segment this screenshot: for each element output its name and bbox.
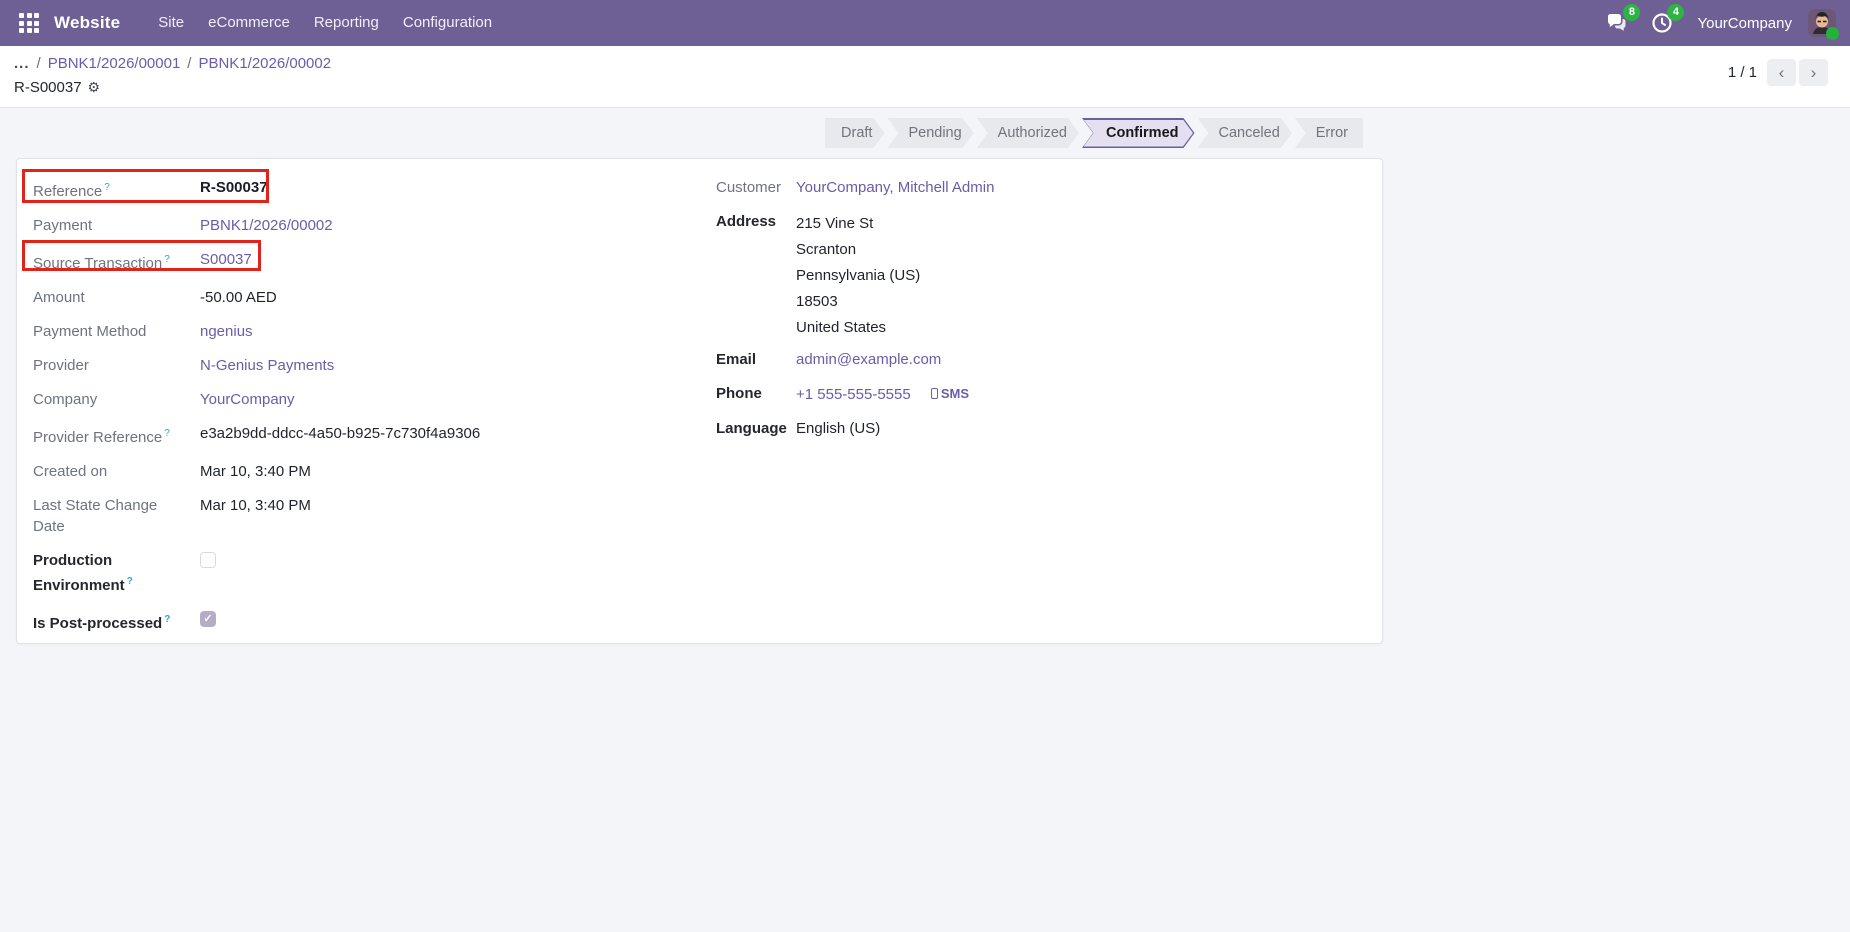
status-step-error[interactable]: Error	[1294, 118, 1363, 148]
field-row-language: Language English (US)	[716, 418, 1356, 439]
nav-item-configuration[interactable]: Configuration	[391, 0, 504, 46]
status-step-canceled[interactable]: Canceled	[1198, 118, 1292, 148]
breadcrumb-separator: /	[187, 55, 192, 72]
field-label: Amount	[33, 289, 85, 306]
field-label: Last State Change Date	[33, 497, 158, 535]
address-block: 215 Vine St Scranton Pennsylvania (US) 1…	[796, 211, 920, 341]
company-link[interactable]: YourCompany	[200, 391, 295, 408]
field-label: Phone	[716, 385, 762, 402]
field-label: Email	[716, 351, 757, 368]
breadcrumb-ellipsis[interactable]: ...	[14, 53, 30, 74]
form-sheet: Reference? R-S00037 Payment PBNK1/2026/0…	[16, 158, 1383, 644]
address-line: Scranton	[796, 241, 857, 258]
annotation-highlight-source-transaction	[22, 240, 261, 271]
field-row-address: Address 215 Vine St Scranton Pennsylvani…	[716, 211, 1356, 341]
field-value-amount: -50.00 AED	[200, 289, 277, 306]
activities-icon[interactable]: 4	[1647, 4, 1685, 38]
address-line: 18503	[796, 293, 838, 310]
gear-icon[interactable]: ⚙	[88, 77, 101, 98]
customer-link[interactable]: YourCompany, Mitchell Admin	[796, 179, 994, 196]
email-link[interactable]: admin@example.com	[796, 351, 941, 368]
status-step-authorized[interactable]: Authorized	[977, 118, 1079, 148]
pager-previous-button[interactable]: ‹	[1767, 59, 1796, 86]
status-step-pending[interactable]: Pending	[887, 118, 973, 148]
field-row-email: Email admin@example.com	[716, 349, 1356, 370]
nav-item-site[interactable]: Site	[146, 0, 196, 46]
sms-button-label: SMS	[940, 386, 970, 401]
help-marker-icon: ?	[164, 428, 170, 439]
field-row-production-environment: Production Environment?	[33, 550, 1366, 596]
breadcrumb-separator: /	[36, 55, 41, 72]
field-value-language: English (US)	[796, 420, 881, 437]
phone-link[interactable]: +1 555-555-5555	[796, 386, 911, 403]
record-title: R-S00037	[14, 79, 82, 96]
nav-item-ecommerce[interactable]: eCommerce	[196, 0, 302, 46]
breadcrumb-link-payment-2[interactable]: PBNK1/2026/00002	[198, 53, 331, 74]
app-name[interactable]: Website	[54, 13, 120, 33]
form-right-column: Customer YourCompany, Mitchell Admin Add…	[716, 177, 1356, 452]
payment-link[interactable]: PBNK1/2026/00002	[200, 217, 333, 234]
status-step-confirmed[interactable]: Confirmed	[1082, 118, 1195, 148]
pager-value: 1 / 1	[1727, 64, 1757, 81]
user-avatar[interactable]	[1808, 9, 1839, 40]
field-label: Provider	[33, 357, 89, 374]
activities-badge: 4	[1667, 4, 1685, 21]
online-status-dot	[1826, 27, 1839, 40]
field-row-created-on: Created on Mar 10, 3:40 PM	[33, 461, 1366, 482]
help-marker-icon: ?	[126, 576, 133, 587]
breadcrumb: ... / PBNK1/2026/00001 / PBNK1/2026/0000…	[14, 53, 331, 74]
field-value-last-state-change: Mar 10, 3:40 PM	[200, 497, 311, 514]
payment-method-link[interactable]: ngenius	[200, 323, 253, 340]
field-row-is-post-processed: Is Post-processed? ✓	[33, 609, 1366, 634]
field-label: Company	[33, 391, 98, 408]
status-step-draft[interactable]: Draft	[825, 118, 884, 148]
annotation-highlight-reference	[22, 169, 269, 203]
pager-next-button[interactable]: ›	[1799, 59, 1828, 86]
field-label: Is Post-processed	[33, 615, 163, 632]
help-marker-icon: ?	[164, 614, 171, 625]
address-line: 215 Vine St	[796, 215, 874, 232]
field-label: Address	[716, 213, 777, 230]
form-view: Draft Pending Authorized Confirmed Cance…	[0, 108, 1850, 932]
field-label: Production Environment	[33, 552, 125, 594]
address-line: Pennsylvania (US)	[796, 267, 921, 284]
provider-link[interactable]: N-Genius Payments	[200, 357, 334, 374]
nav-item-reporting[interactable]: Reporting	[302, 0, 391, 46]
field-label: Created on	[33, 463, 108, 480]
field-label: Payment Method	[33, 323, 147, 340]
apps-grid-icon[interactable]	[12, 6, 46, 40]
field-row-phone: Phone +1 555-555-5555 SMS	[716, 383, 1356, 405]
mobile-phone-icon	[930, 388, 938, 399]
breadcrumb-link-payment-1[interactable]: PBNK1/2026/00001	[48, 53, 181, 74]
top-navbar: Website Site eCommerce Reporting Configu…	[0, 0, 1850, 46]
field-label: Customer	[716, 179, 782, 196]
messages-badge: 8	[1623, 4, 1641, 21]
statusbar: Draft Pending Authorized Confirmed Cance…	[825, 118, 1363, 148]
production-environment-checkbox	[200, 552, 216, 568]
field-label: Language	[716, 420, 787, 437]
field-row-customer: Customer YourCompany, Mitchell Admin	[716, 177, 1356, 198]
company-switcher[interactable]: YourCompany	[1697, 15, 1792, 32]
field-value-created-on: Mar 10, 3:40 PM	[200, 463, 311, 480]
address-line: United States	[796, 319, 887, 336]
field-label: Provider Reference	[33, 429, 163, 446]
field-label: Payment	[33, 217, 93, 234]
is-post-processed-checkbox: ✓	[200, 611, 216, 627]
control-panel: ... / PBNK1/2026/00001 / PBNK1/2026/0000…	[0, 46, 1850, 108]
field-row-last-state-change: Last State Change Date Mar 10, 3:40 PM	[33, 495, 1366, 537]
field-value-provider-reference: e3a2b9dd-ddcc-4a50-b925-7c730f4a9306	[200, 425, 481, 442]
messages-icon[interactable]: 8	[1603, 4, 1641, 38]
pager: 1 / 1 ‹ ›	[1728, 53, 1828, 107]
sms-button[interactable]: SMS	[930, 383, 970, 404]
